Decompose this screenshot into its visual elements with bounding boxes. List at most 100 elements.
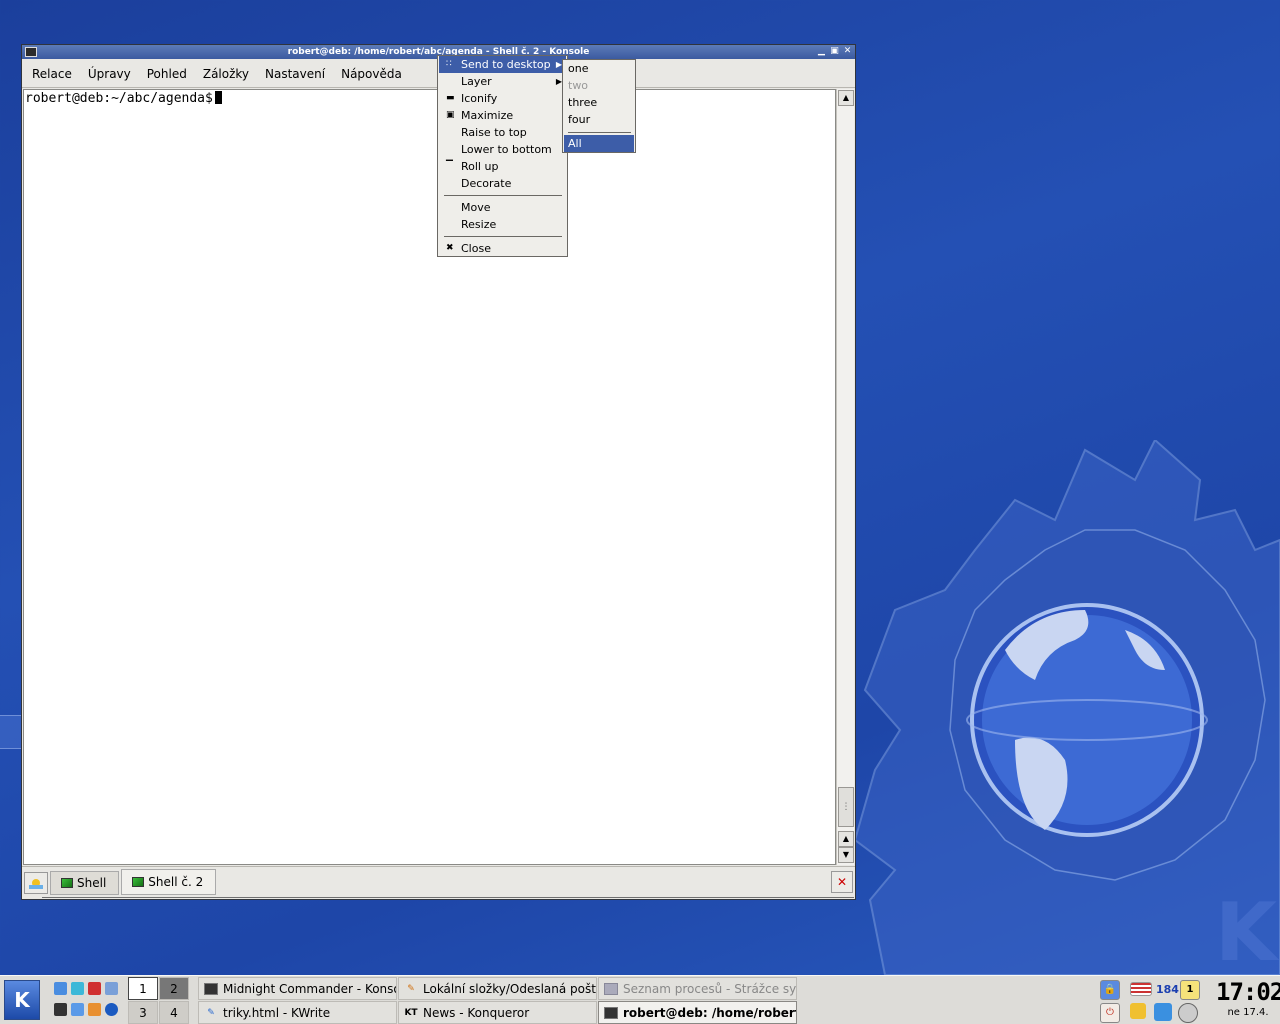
- kwrite-icon: ✎: [207, 1008, 215, 1018]
- menu-send-to-desktop[interactable]: ∷ Send to desktop ▶: [439, 56, 566, 73]
- task-label: Lokální složky/Odeslaná pošta -: [423, 982, 597, 996]
- menu-move[interactable]: Move: [439, 199, 566, 216]
- desktop-two: two: [568, 79, 589, 92]
- clock[interactable]: 17:02 ne 17.4.: [1216, 978, 1280, 1024]
- disk-icon[interactable]: [1178, 1003, 1198, 1023]
- terminal-icon[interactable]: [54, 1003, 67, 1016]
- notes-icon[interactable]: [1130, 1003, 1146, 1019]
- iconify-icon: ▬: [446, 93, 455, 103]
- menu-separator: [568, 132, 631, 133]
- menu-maximize[interactable]: ▣ Maximize: [439, 107, 566, 124]
- logout-icon[interactable]: ⏻: [1100, 1003, 1120, 1023]
- maximize-icon[interactable]: ▣: [829, 46, 840, 57]
- desktop-three[interactable]: three: [564, 94, 634, 111]
- menu-item-label: Iconify: [461, 92, 498, 105]
- tab-shell-2[interactable]: Shell č. 2: [121, 868, 217, 895]
- scroll-up-icon[interactable]: ▲: [838, 831, 854, 847]
- pager-desktop-2[interactable]: 2: [159, 977, 189, 1000]
- pager-desktop-1[interactable]: 1: [128, 977, 158, 1000]
- tab-label: Shell: [77, 875, 107, 890]
- all-desktops[interactable]: All desktops: [564, 135, 634, 167]
- filemanager-icon[interactable]: [71, 1003, 84, 1016]
- menu-napoveda[interactable]: Nápověda: [333, 60, 410, 88]
- session-tabbar: Shell Shell č. 2 ✕: [22, 866, 855, 898]
- desktop-dots-icon: ∷: [446, 59, 452, 69]
- minimize-icon[interactable]: ▁: [816, 46, 827, 57]
- task-kwrite[interactable]: ✎ triky.html - KWrite: [198, 1001, 397, 1024]
- close-icon[interactable]: ✕: [842, 46, 853, 57]
- close-session-button[interactable]: ✕: [831, 871, 853, 893]
- menu-relace[interactable]: Relace: [24, 60, 80, 88]
- scroll-down-icon[interactable]: ▼: [838, 847, 854, 863]
- clock-date: ne 17.4.: [1227, 1007, 1269, 1018]
- vlc-icon[interactable]: [88, 1003, 101, 1016]
- task-label: News - Konqueror: [423, 1006, 530, 1020]
- desktop-submenu: one two three four All desktops: [562, 59, 636, 167]
- new-session-button[interactable]: [24, 871, 48, 894]
- menu-raise-to-top[interactable]: Raise to top: [439, 124, 566, 141]
- kde-menu-button[interactable]: K: [4, 980, 40, 1020]
- menu-nastaveni[interactable]: Nastavení: [257, 60, 333, 88]
- terminal-icon: [61, 877, 73, 888]
- pager-desktop-3[interactable]: 3: [128, 1001, 158, 1024]
- menu-separator: [444, 236, 562, 237]
- menu-layer[interactable]: Layer ▶: [439, 73, 566, 90]
- kde-panel: K 1 2 3 4 Midnight Commander - Konsole ✎…: [0, 975, 1280, 1024]
- desktop-one[interactable]: one: [564, 60, 634, 77]
- menu-lower-to-bottom[interactable]: Lower to bottom: [439, 141, 566, 158]
- menu-item-label: Send to desktop: [461, 58, 551, 71]
- menu-iconify[interactable]: ▬ Iconify: [439, 90, 566, 107]
- menu-item-label: Close: [461, 242, 491, 255]
- lock-icon[interactable]: 🔒: [1100, 980, 1120, 1000]
- task-konsole-active[interactable]: robert@deb: /home/robert/: [598, 1001, 797, 1024]
- rollup-icon: ▔: [446, 161, 453, 171]
- tab-shell[interactable]: Shell: [50, 870, 120, 895]
- task-label: triky.html - KWrite: [223, 1006, 331, 1020]
- taskbar: Midnight Commander - Konsole ✎ Lokální s…: [198, 977, 799, 1024]
- kwrite-icon[interactable]: [54, 982, 67, 995]
- task-konqueror[interactable]: KT News - Konqueror: [398, 1001, 597, 1024]
- task-kmail[interactable]: ✎ Lokální složky/Odeslaná pošta -: [398, 977, 597, 1000]
- network-monitor-icon[interactable]: [1154, 1003, 1172, 1021]
- menu-close[interactable]: ✖ Close: [439, 240, 566, 257]
- maximize-icon: ▣: [446, 110, 455, 120]
- mail-icon[interactable]: [105, 982, 118, 995]
- menu-item-label: Decorate: [461, 177, 512, 190]
- keyboard-layout-flag-icon[interactable]: [1130, 982, 1152, 996]
- vertical-scrollbar[interactable]: ▲ ⋮ ▲ ▼: [836, 89, 854, 865]
- task-label: Midnight Commander - Konsole: [223, 982, 397, 996]
- desktop-pager: 1 2 3 4: [128, 977, 190, 1024]
- terminal-icon[interactable]: [25, 47, 37, 57]
- menu-item-label: Move: [461, 201, 491, 214]
- clock-time: 17:02: [1216, 978, 1280, 1006]
- text-cursor: [214, 91, 222, 104]
- menu-zalozky[interactable]: Záložky: [195, 60, 257, 88]
- menu-roll-up[interactable]: ▔ Roll up: [439, 158, 566, 175]
- new-session-icon: [29, 878, 43, 889]
- menu-upravy[interactable]: Úpravy: [80, 60, 139, 88]
- calendar-icon[interactable]: [88, 982, 101, 995]
- menu-pohled[interactable]: Pohled: [139, 60, 195, 88]
- scroll-up-icon[interactable]: ▲: [838, 90, 854, 106]
- close-icon: ✖: [446, 243, 454, 253]
- task-midnight-commander[interactable]: Midnight Commander - Konsole: [198, 977, 397, 1000]
- window-resize-edge[interactable]: [42, 897, 854, 898]
- tab-label: Shell č. 2: [148, 874, 204, 889]
- wallpaper-gear-globe: KI: [855, 440, 1280, 975]
- desktop-four[interactable]: four: [564, 111, 634, 128]
- network-icon[interactable]: [71, 982, 84, 995]
- wallpaper-mark: [0, 715, 22, 749]
- browser-icon[interactable]: [105, 1003, 118, 1016]
- menu-item-label: Layer: [461, 75, 492, 88]
- kmail-icon: ✎: [407, 984, 415, 994]
- system-tray: 🔒 184 1 ⏻: [1098, 978, 1208, 1024]
- menu-decorate[interactable]: Decorate: [439, 175, 566, 192]
- pager-desktop-4[interactable]: 4: [159, 1001, 189, 1024]
- scroll-handle[interactable]: ⋮: [838, 787, 854, 827]
- menu-item-label: Resize: [461, 218, 497, 231]
- klipper-badge[interactable]: 1: [1180, 980, 1200, 1000]
- task-ksysguard[interactable]: Seznam procesů - Strážce sy: [598, 977, 797, 1000]
- menu-resize[interactable]: Resize: [439, 216, 566, 233]
- window-ops-menu: ∷ Send to desktop ▶ Layer ▶ ▬ Iconify ▣ …: [437, 55, 568, 257]
- terminal-area[interactable]: robert@deb:~/abc/agenda$: [23, 89, 836, 865]
